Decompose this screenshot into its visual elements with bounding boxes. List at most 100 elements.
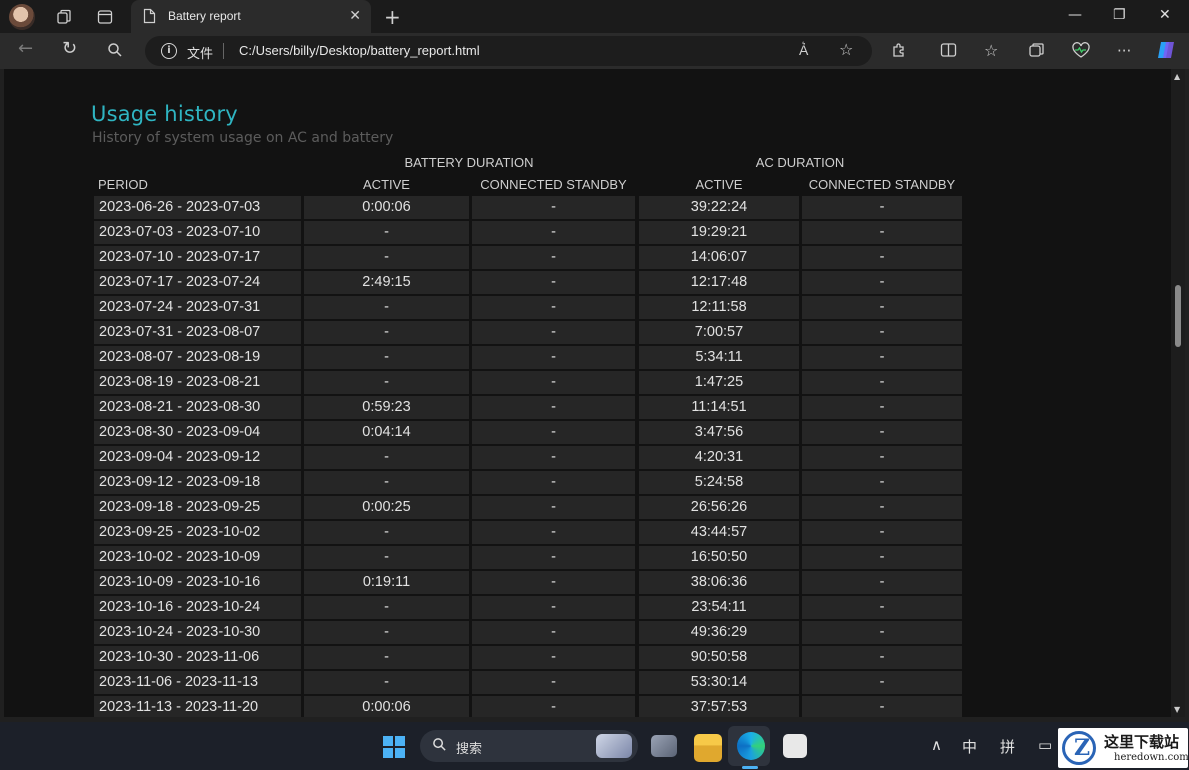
cell-period: 2023-07-31 - 2023-08-07: [94, 321, 301, 344]
section-subtitle: History of system usage on AC and batter…: [92, 130, 394, 146]
page-content: Usage history History of system usage on…: [4, 69, 1171, 717]
split-screen-icon[interactable]: [940, 42, 957, 62]
cell-period: 2023-09-25 - 2023-10-02: [94, 521, 301, 544]
address-separator: [223, 43, 224, 59]
tab-battery-report[interactable]: Battery report ✕: [131, 0, 371, 33]
new-tab-icon[interactable]: +: [384, 5, 401, 29]
cell-ac-standby: -: [802, 196, 962, 219]
cell-period: 2023-09-04 - 2023-09-12: [94, 446, 301, 469]
scroll-up-icon[interactable]: ▲: [1174, 72, 1180, 81]
task-view-icon[interactable]: [651, 735, 677, 757]
cell-battery-standby: -: [472, 546, 635, 569]
more-menu-icon[interactable]: ···: [1117, 42, 1131, 60]
scrollbar-thumb[interactable]: [1175, 285, 1181, 347]
copilot-icon[interactable]: [1155, 39, 1177, 65]
cell-period: 2023-07-03 - 2023-07-10: [94, 221, 301, 244]
ime-mode-indicator[interactable]: 中: [962, 736, 977, 757]
cell-period: 2023-10-30 - 2023-11-06: [94, 646, 301, 669]
cell-ac-standby: -: [802, 571, 962, 594]
cell-ac-active: 38:06:36: [639, 571, 799, 594]
cell-battery-active: 0:19:11: [304, 571, 469, 594]
address-url[interactable]: C:/Users/billy/Desktop/battery_report.ht…: [239, 43, 480, 58]
favorites-icon[interactable]: ☆: [984, 42, 998, 60]
cell-battery-active: -: [304, 321, 469, 344]
display-icon[interactable]: ▭: [1038, 736, 1052, 754]
cell-period: 2023-07-24 - 2023-07-31: [94, 296, 301, 319]
read-aloud-icon[interactable]: A͛: [799, 42, 808, 60]
cell-battery-active: 0:59:23: [304, 396, 469, 419]
cell-battery-active: -: [304, 596, 469, 619]
search-highlight-image: [596, 734, 632, 758]
cell-period: 2023-09-18 - 2023-09-25: [94, 496, 301, 519]
restore-icon[interactable]: ❐: [1113, 7, 1126, 23]
cell-ac-standby: -: [802, 221, 962, 244]
cell-ac-active: 23:54:11: [639, 596, 799, 619]
watermark-name: 这里下载站: [1104, 733, 1180, 751]
cell-battery-active: -: [304, 521, 469, 544]
cell-battery-standby: -: [472, 196, 635, 219]
minimize-icon[interactable]: —: [1068, 7, 1082, 23]
taskbar: 搜索 ∧ 中 拼 ▭: [0, 722, 1189, 770]
cell-period: 2023-07-17 - 2023-07-24: [94, 271, 301, 294]
group-header-battery: BATTERY DURATION: [404, 155, 534, 170]
cell-ac-standby: -: [802, 621, 962, 644]
cell-battery-active: -: [304, 646, 469, 669]
cell-battery-standby: -: [472, 596, 635, 619]
store-icon[interactable]: [783, 734, 807, 758]
favorite-star-icon[interactable]: ☆: [839, 41, 853, 59]
cell-ac-active: 7:00:57: [639, 321, 799, 344]
cell-ac-active: 39:22:24: [639, 196, 799, 219]
cell-period: 2023-09-12 - 2023-09-18: [94, 471, 301, 494]
scroll-down-icon[interactable]: ▼: [1174, 705, 1180, 714]
cell-battery-active: -: [304, 221, 469, 244]
column-header-period: PERIOD: [98, 177, 148, 192]
site-info-icon[interactable]: i: [161, 43, 177, 59]
tray-overflow-icon[interactable]: ∧: [931, 736, 942, 754]
ime-pinyin-indicator[interactable]: 拼: [1000, 736, 1015, 757]
edge-browser-icon[interactable]: [737, 732, 765, 760]
column-header-battery-standby: CONNECTED STANDBY: [480, 177, 627, 192]
search-icon[interactable]: [107, 42, 123, 62]
cell-ac-active: 3:47:56: [639, 421, 799, 444]
cell-ac-standby: -: [802, 346, 962, 369]
cell-battery-standby: -: [472, 296, 635, 319]
cell-period: 2023-08-07 - 2023-08-19: [94, 346, 301, 369]
cell-period: 2023-11-06 - 2023-11-13: [94, 671, 301, 694]
active-app-indicator: [742, 766, 758, 769]
cell-battery-standby: -: [472, 696, 635, 717]
collections-icon[interactable]: [1028, 42, 1045, 63]
refresh-icon[interactable]: ↻: [62, 40, 77, 58]
workspaces-icon[interactable]: [53, 6, 75, 28]
cell-battery-active: -: [304, 671, 469, 694]
cell-battery-standby: -: [472, 321, 635, 344]
tab-actions-icon[interactable]: [94, 6, 116, 28]
close-tab-icon[interactable]: ✕: [349, 8, 361, 24]
cell-battery-active: 0:04:14: [304, 421, 469, 444]
vertical-scrollbar[interactable]: ▲ ▼: [1171, 69, 1185, 717]
profile-avatar[interactable]: [9, 4, 35, 30]
address-bar[interactable]: i 文件 C:/Users/billy/Desktop/battery_repo…: [145, 36, 872, 66]
cell-battery-standby: -: [472, 271, 635, 294]
watermark-domain: heredown.com: [1114, 752, 1189, 763]
cell-ac-active: 49:36:29: [639, 621, 799, 644]
cell-ac-standby: -: [802, 246, 962, 269]
cell-ac-standby: -: [802, 496, 962, 519]
cell-period: 2023-10-09 - 2023-10-16: [94, 571, 301, 594]
taskbar-search[interactable]: 搜索: [420, 730, 638, 762]
cell-battery-standby: -: [472, 471, 635, 494]
cell-ac-standby: -: [802, 646, 962, 669]
cell-ac-standby: -: [802, 271, 962, 294]
cell-ac-active: 11:14:51: [639, 396, 799, 419]
search-placeholder: 搜索: [456, 742, 483, 757]
cell-battery-active: -: [304, 446, 469, 469]
windows-start-icon[interactable]: [383, 736, 405, 758]
close-window-icon[interactable]: ✕: [1159, 7, 1171, 23]
cell-battery-active: -: [304, 246, 469, 269]
back-icon[interactable]: ←: [18, 40, 33, 58]
file-explorer-icon[interactable]: [694, 734, 722, 762]
extensions-icon[interactable]: [891, 42, 908, 63]
cell-ac-active: 4:20:31: [639, 446, 799, 469]
browser-essentials-icon[interactable]: [1071, 42, 1091, 63]
cell-ac-standby: -: [802, 546, 962, 569]
cell-ac-standby: -: [802, 396, 962, 419]
